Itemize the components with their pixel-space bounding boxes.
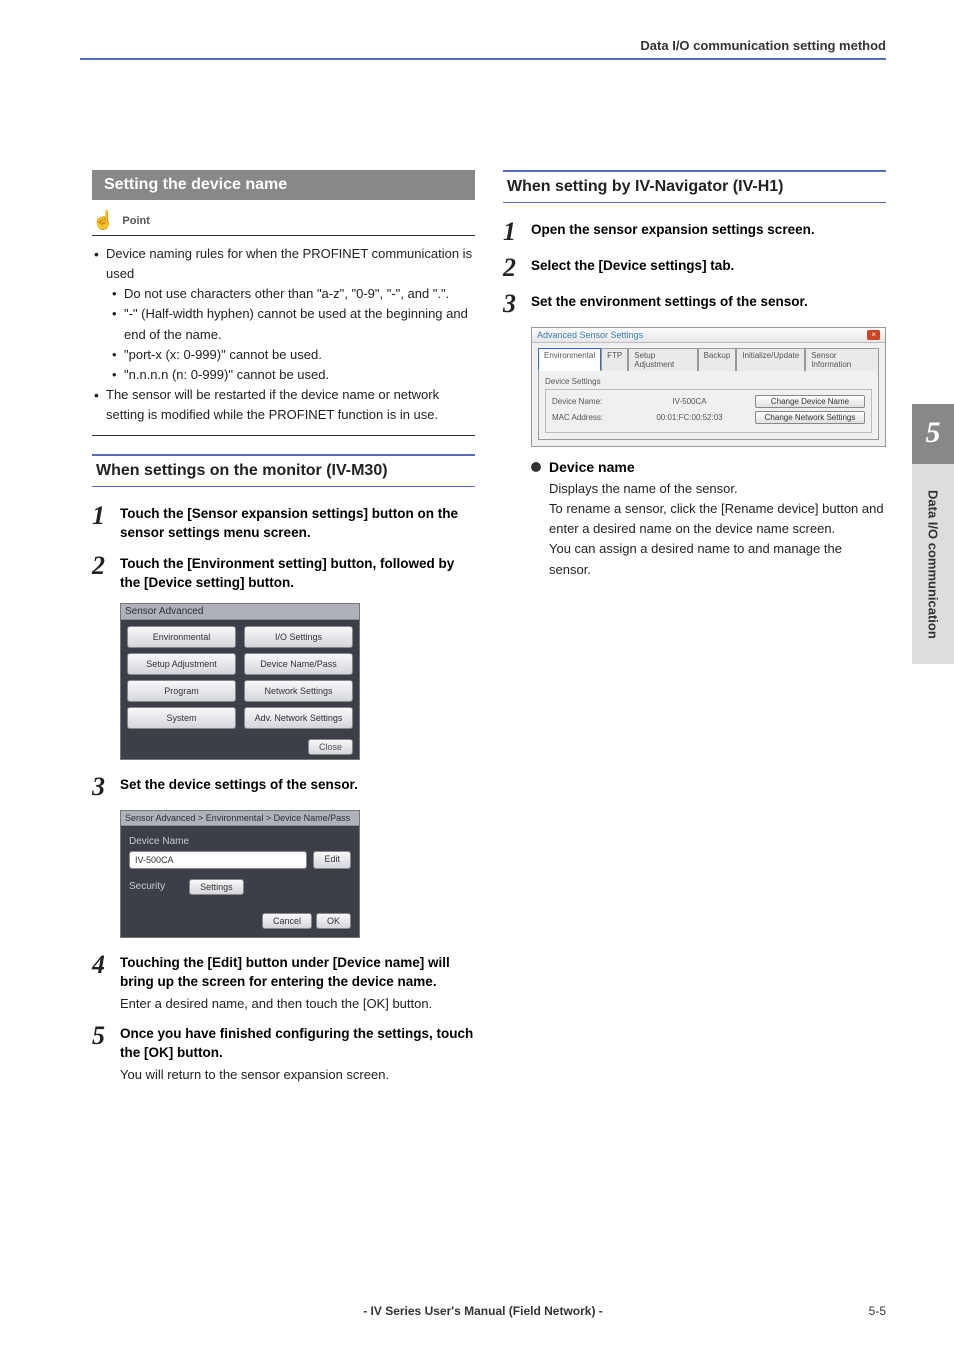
left-column: Setting the device name ☝ Point Device n… [92, 170, 475, 1095]
screenshot-advanced-settings: Advanced Sensor Settings × Environmental… [531, 327, 886, 447]
point-subitem: "-" (Half-width hyphen) cannot be used a… [112, 304, 473, 344]
step-title: Once you have finished configuring the s… [120, 1025, 475, 1063]
ss-edit-button[interactable]: Edit [313, 851, 351, 869]
ss-fieldset-label: Device Settings [545, 377, 872, 386]
ss-cancel-button[interactable]: Cancel [262, 913, 312, 929]
ss-label: MAC Address: [552, 413, 624, 422]
header-divider [80, 58, 886, 60]
point-subitem: "port-x (x: 0-999)" cannot be used. [112, 345, 473, 365]
ss-button[interactable]: Setup Adjustment [127, 653, 236, 675]
step-4: 4 Touching the [Edit] button under [Devi… [92, 952, 475, 1014]
page-footer: - IV Series User's Manual (Field Network… [80, 1304, 886, 1318]
step-2: 2 Touch the [Environment setting] button… [92, 553, 475, 593]
footer-center: - IV Series User's Manual (Field Network… [363, 1304, 603, 1318]
subsection-title: When settings on the monitor (IV-M30) [92, 454, 475, 487]
ss-window-title: Sensor Advanced [121, 604, 359, 620]
subsection-title: When setting by IV-Navigator (IV-H1) [503, 170, 886, 203]
step-title: Set the environment settings of the sens… [531, 293, 886, 312]
ss-settings-button[interactable]: Settings [189, 879, 244, 895]
step-number: 1 [92, 503, 112, 543]
ss-button[interactable]: Device Name/Pass [244, 653, 353, 675]
step-title: Open the sensor expansion settings scree… [531, 221, 886, 240]
ss-button[interactable]: Adv. Network Settings [244, 707, 353, 729]
step-description: Enter a desired name, and then touch the… [120, 995, 475, 1014]
ss-change-network-button[interactable]: Change Network Settings [755, 411, 865, 424]
step-r1: 1 Open the sensor expansion settings scr… [503, 219, 886, 245]
step-number: 2 [92, 553, 112, 593]
screenshot-sensor-advanced: Sensor Advanced Environmental Setup Adju… [120, 603, 360, 760]
page-header: Data I/O communication setting method [640, 38, 886, 53]
point-item: The sensor will be restarted if the devi… [94, 385, 473, 425]
ss-tab-backup[interactable]: Backup [698, 348, 737, 371]
ss-value: 00:01:FC:00:52:03 [624, 413, 755, 422]
ss-button[interactable]: Network Settings [244, 680, 353, 702]
point-icon: ☝ [92, 210, 114, 231]
step-number: 1 [503, 219, 523, 245]
side-tab: 5 Data I/O communication [912, 404, 954, 664]
ss-field-label: Device Name [129, 836, 351, 847]
ss-security-label: Security [129, 881, 165, 892]
close-icon[interactable]: × [867, 330, 880, 340]
ss-window-title: Advanced Sensor Settings [537, 330, 643, 340]
point-box: Device naming rules for when the PROFINE… [92, 235, 475, 436]
step-number: 2 [503, 255, 523, 281]
step-title: Touching the [Edit] button under [Device… [120, 954, 475, 992]
ss-tab-init[interactable]: Initialize/Update [736, 348, 805, 371]
ss-tab-sensor-info[interactable]: Sensor Information [805, 348, 879, 371]
screenshot-device-name: Sensor Advanced > Environmental > Device… [120, 810, 360, 938]
step-number: 3 [503, 291, 523, 317]
step-title: Select the [Device settings] tab. [531, 257, 886, 276]
ss-label: Device Name: [552, 397, 624, 406]
ss-ok-button[interactable]: OK [316, 913, 351, 929]
ss-tab-ftp[interactable]: FTP [601, 348, 628, 371]
ss-button[interactable]: Environmental [127, 626, 236, 648]
point-label: ☝ Point [92, 210, 475, 231]
page-number: 5-5 [869, 1304, 886, 1318]
right-column: When setting by IV-Navigator (IV-H1) 1 O… [503, 170, 886, 1095]
ss-tab-setup[interactable]: Setup Adjustment [628, 348, 697, 371]
bullet-description: Displays the name of the sensor. To rena… [549, 479, 886, 580]
step-title: Touch the [Environment setting] button, … [120, 555, 475, 593]
step-description: You will return to the sensor expansion … [120, 1066, 475, 1085]
point-subitem: "n.n.n.n (n: 0-999)" cannot be used. [112, 365, 473, 385]
step-5: 5 Once you have finished configuring the… [92, 1023, 475, 1085]
chapter-label: Data I/O communication [912, 464, 954, 664]
ss-close-button[interactable]: Close [308, 739, 353, 755]
section-title: Setting the device name [92, 170, 475, 200]
step-title: Touch the [Sensor expansion settings] bu… [120, 505, 475, 543]
chapter-number: 5 [912, 404, 954, 464]
step-number: 3 [92, 774, 112, 800]
step-number: 4 [92, 952, 112, 1014]
step-number: 5 [92, 1023, 112, 1085]
point-subitem: Do not use characters other than "a-z", … [112, 284, 473, 304]
step-3: 3 Set the device settings of the sensor. [92, 774, 475, 800]
ss-button[interactable]: Program [127, 680, 236, 702]
step-title: Set the device settings of the sensor. [120, 776, 475, 795]
step-r2: 2 Select the [Device settings] tab. [503, 255, 886, 281]
bullet-title: Device name [549, 459, 635, 475]
ss-value: IV-500CA [624, 397, 755, 406]
ss-device-name-input[interactable]: IV-500CA [129, 851, 307, 869]
step-1: 1 Touch the [Sensor expansion settings] … [92, 503, 475, 543]
ss-change-name-button[interactable]: Change Device Name [755, 395, 865, 408]
step-r3: 3 Set the environment settings of the se… [503, 291, 886, 317]
ss-tab-environmental[interactable]: Environmental [538, 348, 601, 371]
point-text: Point [122, 215, 150, 227]
ss-window-title: Sensor Advanced > Environmental > Device… [121, 811, 359, 826]
ss-button[interactable]: System [127, 707, 236, 729]
ss-button[interactable]: I/O Settings [244, 626, 353, 648]
bullet-icon [531, 462, 541, 472]
point-item: Device naming rules for when the PROFINE… [106, 246, 472, 281]
